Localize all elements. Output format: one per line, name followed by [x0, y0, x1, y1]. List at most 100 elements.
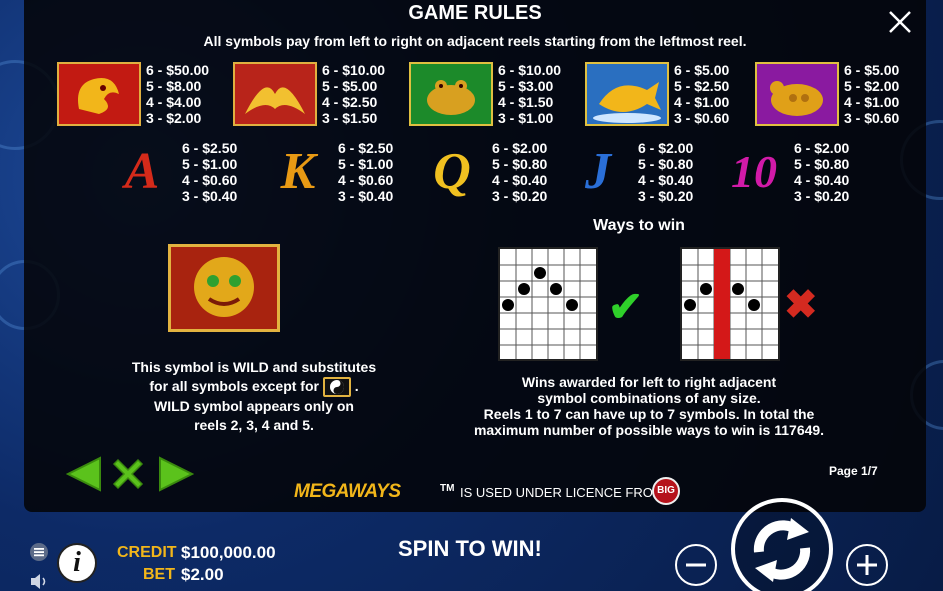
pay-line: 6 - $2.00	[492, 140, 548, 156]
k-symbol-icon: K	[280, 143, 316, 200]
a-symbol-icon: A	[124, 143, 160, 200]
pay-line: 3 - $2.00	[146, 110, 202, 126]
pay-line: 6 - $2.50	[182, 140, 238, 156]
pay-line: 3 - $1.50	[322, 110, 378, 126]
pay-line: 5 - $1.00	[338, 156, 394, 172]
pay-line: 4 - $0.40	[638, 172, 694, 188]
menu-icon[interactable]	[29, 542, 49, 562]
ways-text-line: Reels 1 to 7 can have up to 7 symbols. I…	[483, 406, 815, 422]
pay-line: 3 - $0.60	[674, 110, 730, 126]
increase-bet-button[interactable]	[846, 544, 888, 586]
pay-line: 3 - $0.20	[794, 188, 850, 204]
pay-line: 3 - $1.00	[498, 110, 554, 126]
pay-line: 4 - $0.60	[338, 172, 394, 188]
info-button[interactable]: i	[57, 543, 97, 583]
wild-text-line: This symbol is WILD and substitutes	[131, 359, 377, 375]
trademark-mark: TM	[440, 483, 455, 494]
next-page-arrow-icon[interactable]	[158, 456, 194, 492]
dragon-symbol-icon	[57, 62, 141, 126]
pay-line: 6 - $2.50	[338, 140, 394, 156]
wild-symbol-icon	[168, 244, 280, 332]
pay-line: 5 - $5.00	[322, 78, 378, 94]
pay-line: 4 - $2.50	[322, 94, 378, 110]
ways-text-line: symbol combinations of any size.	[537, 390, 761, 406]
spin-button[interactable]	[731, 498, 833, 591]
turtle-symbol-icon	[755, 62, 839, 126]
pay-line: 4 - $1.50	[498, 94, 554, 110]
symbol-pays: 6 - $2.50 5 - $1.00 4 - $0.60 3 - $0.40	[182, 140, 237, 204]
plus-icon	[857, 555, 877, 575]
cross-icon: ✖	[784, 283, 818, 327]
pay-line: 5 - $2.50	[674, 78, 730, 94]
pay-line: 6 - $5.00	[674, 62, 730, 78]
pay-line: 3 - $0.60	[844, 110, 900, 126]
close-icon[interactable]	[886, 8, 914, 36]
frog-symbol-icon	[409, 62, 493, 126]
pay-line: 4 - $0.40	[492, 172, 548, 188]
check-icon: ✔	[608, 283, 644, 330]
sound-icon[interactable]	[29, 572, 49, 591]
q-symbol-icon: Q	[433, 143, 471, 200]
previous-page-arrow-icon[interactable]	[66, 456, 102, 492]
licence-notice: MEGAWAYS TM IS USED UNDER LICENCE FROM B…	[294, 477, 694, 507]
pay-line: 4 - $1.00	[674, 94, 730, 110]
j-symbol-icon: J	[585, 143, 611, 200]
wild-text-span: .	[354, 378, 359, 394]
pay-line: 6 - $5.00	[844, 62, 900, 78]
decrease-bet-button[interactable]	[675, 544, 717, 586]
pay-line: 4 - $0.60	[182, 172, 238, 188]
koi-fish-symbol-icon	[585, 62, 669, 126]
symbol-pays: 6 - $5.00 5 - $2.50 4 - $1.00 3 - $0.60	[674, 62, 729, 126]
phoenix-symbol-icon	[233, 62, 317, 126]
wild-text-line: reels 2, 3, 4 and 5.	[194, 417, 314, 434]
pay-line: 6 - $50.00	[146, 62, 210, 78]
credit-value: $100,000.00	[181, 543, 276, 562]
pay-line: 3 - $0.20	[638, 188, 694, 204]
info-icon: i	[73, 547, 81, 578]
pay-line: 5 - $2.00	[844, 78, 900, 94]
pay-line: 6 - $10.00	[498, 62, 562, 78]
spin-arrows-icon	[753, 518, 811, 582]
pay-line: 3 - $0.20	[492, 188, 548, 204]
ten-symbol-icon: 10	[731, 146, 777, 197]
pay-line: 6 - $2.00	[638, 140, 694, 156]
pay-line: 4 - $1.00	[844, 94, 900, 110]
symbol-pays: 6 - $10.00 5 - $3.00 4 - $1.50 3 - $1.00	[498, 62, 561, 126]
pay-line: 5 - $1.00	[182, 156, 238, 172]
rules-title: GAME RULES	[408, 2, 542, 24]
megaways-logo: MEGAWAYS	[294, 481, 401, 502]
bet-value: $2.00	[181, 565, 224, 584]
symbol-pays: 6 - $2.00 5 - $0.80 4 - $0.40 3 - $0.20	[638, 140, 693, 204]
pay-line: 3 - $0.40	[182, 188, 238, 204]
pay-line: 6 - $10.00	[322, 62, 386, 78]
ways-description: Wins awarded for left to right adjacent …	[444, 374, 854, 438]
close-rules-x-icon[interactable]	[110, 456, 146, 492]
game-screen: GAME RULES All symbols pay from left to …	[0, 0, 943, 591]
pay-line: 5 - $0.80	[492, 156, 548, 172]
bet-label: BET	[143, 566, 175, 583]
pay-line: 5 - $0.80	[638, 156, 694, 172]
ways-to-win-title: Ways to win	[593, 217, 685, 234]
valid-ways-grid	[498, 247, 598, 361]
pay-line: 5 - $0.80	[794, 156, 850, 172]
pay-line: 5 - $3.00	[498, 78, 554, 94]
bottom-control-bar: i CREDIT $100,000.00 BET $2.00 SPIN TO W…	[0, 498, 943, 591]
game-rules-panel: GAME RULES All symbols pay from left to …	[24, 0, 926, 512]
rules-subtitle: All symbols pay from left to right on ad…	[203, 33, 747, 49]
symbol-pays: 6 - $2.50 5 - $1.00 4 - $0.60 3 - $0.40	[338, 140, 393, 204]
symbol-pays: 6 - $50.00 5 - $8.00 4 - $4.00 3 - $2.00	[146, 62, 209, 126]
pay-line: 3 - $0.40	[338, 188, 394, 204]
symbol-pays: 6 - $10.00 5 - $5.00 4 - $2.50 3 - $1.50	[322, 62, 385, 126]
wild-description: This symbol is WILD and substitutes for …	[74, 358, 434, 435]
page-indicator: Page 1/7	[829, 464, 878, 478]
spin-to-win-text: SPIN TO WIN!	[398, 536, 542, 561]
symbol-pays: 6 - $5.00 5 - $2.00 4 - $1.00 3 - $0.60	[844, 62, 899, 126]
symbol-pays: 6 - $2.00 5 - $0.80 4 - $0.40 3 - $0.20	[492, 140, 547, 204]
wild-text-line: WILD symbol appears only on	[154, 398, 354, 415]
pay-line: 4 - $4.00	[146, 94, 202, 110]
wild-text-span: for all symbols except for	[149, 378, 319, 394]
big-logo: BIG	[652, 477, 680, 505]
ways-text-line: Wins awarded for left to right adjacent	[521, 374, 777, 390]
ways-text-line: maximum number of possible ways to win i…	[473, 422, 825, 438]
licence-text: IS USED UNDER LICENCE FROM	[460, 485, 664, 500]
